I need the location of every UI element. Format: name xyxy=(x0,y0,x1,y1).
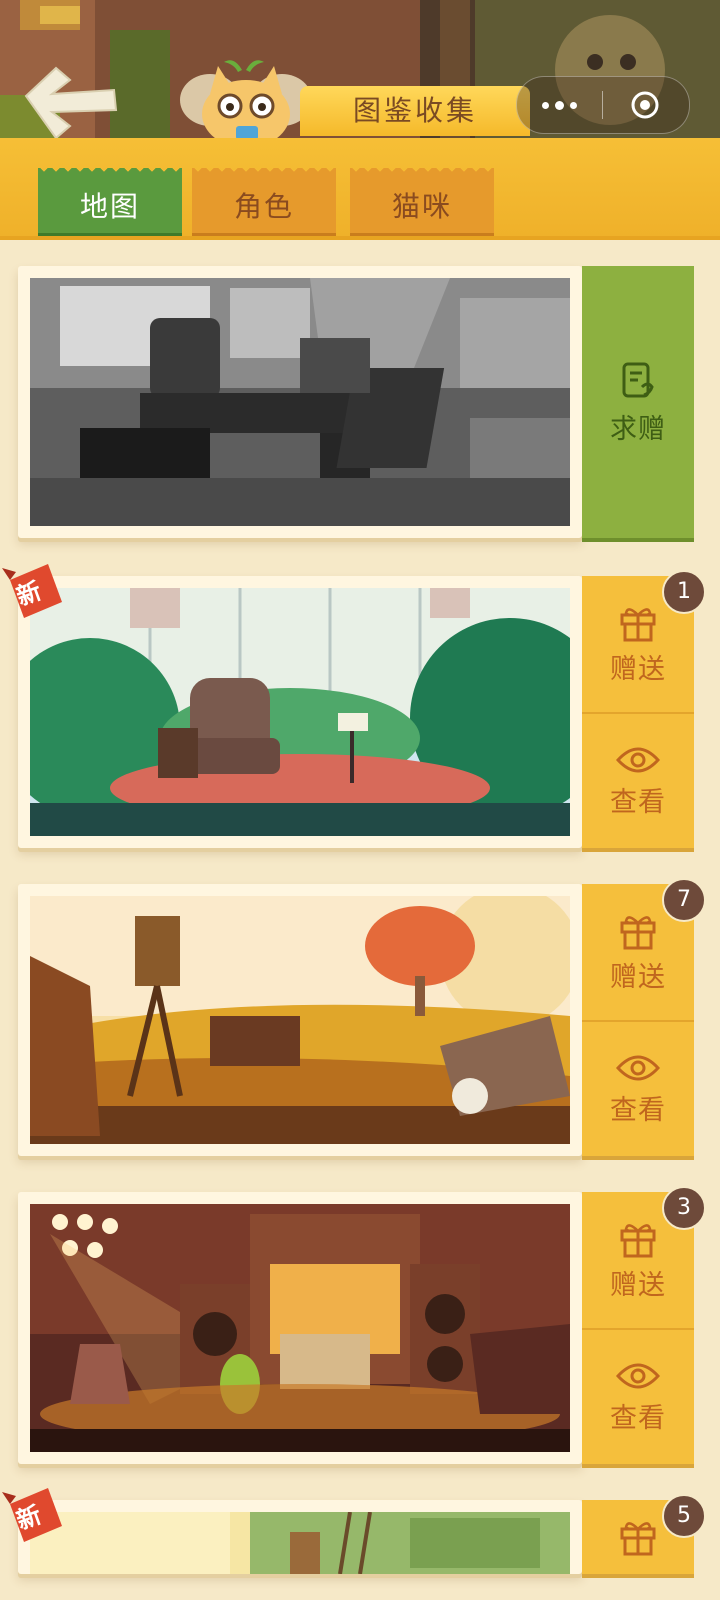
count-badge: 7 xyxy=(662,878,706,922)
mini-program-capsule xyxy=(516,76,690,134)
map-scene-concert-stage[interactable] xyxy=(30,1204,570,1452)
tab-label: 地图 xyxy=(79,190,140,223)
gift-icon xyxy=(620,1223,656,1257)
gift-label: 赠送 xyxy=(610,1269,666,1301)
map-scene-sunny-room[interactable] xyxy=(30,1512,570,1574)
gift-icon xyxy=(620,1522,656,1556)
tab-cat[interactable]: 猫咪 xyxy=(350,168,494,236)
card-frame xyxy=(18,1192,582,1464)
more-dots-icon xyxy=(542,101,549,109)
request-icon xyxy=(622,362,654,397)
card-frame xyxy=(18,884,582,1156)
card-side-panel: 求赠 xyxy=(582,266,694,538)
target-close-icon xyxy=(631,91,659,119)
new-tag: 新 xyxy=(0,1482,70,1552)
count-badge: 5 xyxy=(662,1494,706,1538)
gift-icon xyxy=(620,607,656,641)
eye-icon xyxy=(616,1055,660,1080)
map-scene-wheat-field[interactable] xyxy=(30,896,570,1144)
map-card: 赠送 查看 7 xyxy=(18,878,706,1160)
view-label: 查看 xyxy=(610,1094,666,1126)
gift-label: 赠送 xyxy=(610,961,666,993)
tab-map[interactable]: 地图 xyxy=(38,168,182,236)
card-frame xyxy=(18,1500,582,1574)
map-card: 5 新 xyxy=(2,1488,706,1574)
map-scene-greenhouse[interactable] xyxy=(30,588,570,836)
map-card: 赠送 查看 3 xyxy=(18,1186,706,1468)
tab-label: 猫咪 xyxy=(391,190,452,223)
view-label: 查看 xyxy=(610,786,666,818)
count-badge: 3 xyxy=(662,1186,706,1230)
top-header: 图鉴收集 xyxy=(0,0,720,140)
request-gift-button[interactable]: 求赠 xyxy=(582,266,694,538)
back-arrow-icon xyxy=(24,66,118,140)
card-frame xyxy=(18,266,582,538)
map-scene-office[interactable] xyxy=(30,278,570,526)
card-frame xyxy=(18,576,582,848)
cat-mascot-icon xyxy=(180,60,312,140)
more-button[interactable] xyxy=(517,77,602,133)
map-card: 求赠 xyxy=(18,266,694,542)
gift-label: 赠送 xyxy=(610,653,666,685)
category-tabbar: 地图 角色 猫咪 xyxy=(0,138,720,240)
eye-icon xyxy=(616,1363,660,1388)
map-card: 赠送 查看 1 新 xyxy=(2,564,706,852)
view-label: 查看 xyxy=(610,1402,666,1434)
view-button[interactable]: 查看 xyxy=(582,1330,694,1464)
view-button[interactable]: 查看 xyxy=(582,714,694,848)
request-gift-label: 求赠 xyxy=(610,413,666,445)
close-button[interactable] xyxy=(629,89,661,121)
gift-icon xyxy=(620,915,656,949)
view-button[interactable]: 查看 xyxy=(582,1022,694,1156)
card-side-panel: 赠送 查看 xyxy=(582,884,694,1156)
back-button[interactable] xyxy=(18,62,118,140)
eye-icon xyxy=(616,747,660,772)
card-side-panel: 赠送 查看 xyxy=(582,1192,694,1464)
tab-character[interactable]: 角色 xyxy=(192,168,336,236)
tab-label: 角色 xyxy=(233,190,294,223)
card-side-panel: 赠送 查看 xyxy=(582,576,694,848)
new-tag: 新 xyxy=(0,558,70,628)
count-badge: 1 xyxy=(662,570,706,614)
page-title: 图鉴收集 xyxy=(300,86,530,136)
